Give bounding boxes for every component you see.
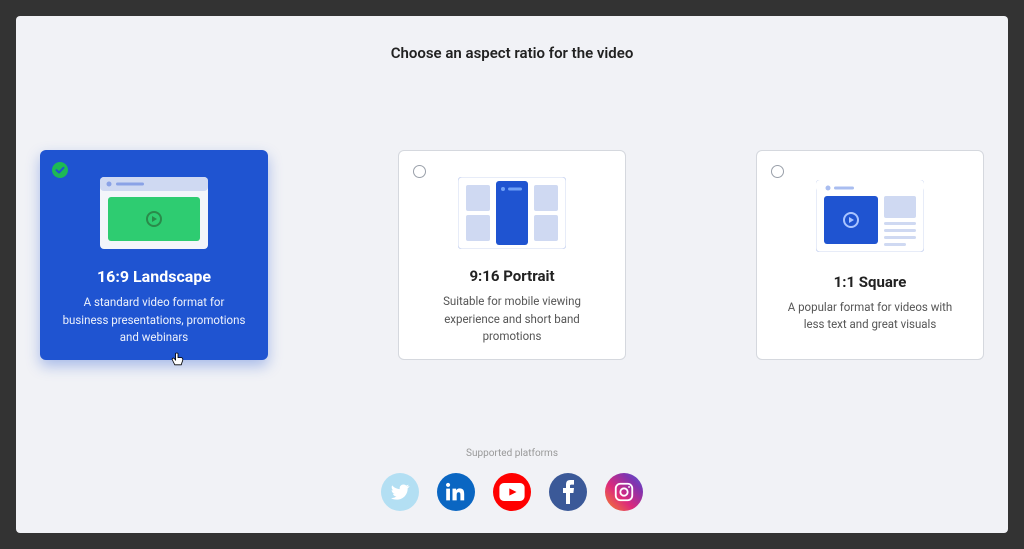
linkedin-icon [437, 473, 475, 511]
portrait-illustration [458, 175, 566, 251]
landscape-illustration [100, 174, 208, 251]
instagram-icon [605, 473, 643, 511]
aspect-ratio-panel: Choose an aspect ratio for the video [16, 16, 1008, 533]
option-title: 1:1 Square [834, 273, 907, 291]
page-title: Choose an aspect ratio for the video [16, 44, 1008, 62]
option-title: 16:9 Landscape [97, 267, 211, 286]
square-illustration [816, 175, 924, 257]
option-description: A popular format for videos with less te… [773, 299, 967, 334]
aspect-ratio-options: 16:9 Landscape A standard video format f… [16, 150, 1008, 360]
facebook-icon [549, 473, 587, 511]
radio-icon [413, 165, 426, 178]
checkmark-icon [52, 162, 68, 178]
twitter-icon [381, 473, 419, 511]
hand-cursor-icon [170, 352, 186, 368]
youtube-icon [493, 473, 531, 511]
option-landscape[interactable]: 16:9 Landscape A standard video format f… [40, 150, 268, 360]
platform-icons [381, 473, 643, 511]
option-title: 9:16 Portrait [469, 267, 554, 285]
radio-icon [771, 165, 784, 178]
option-description: Suitable for mobile viewing experience a… [415, 293, 609, 345]
supported-platforms: Supported platforms [16, 448, 1008, 511]
option-portrait[interactable]: 9:16 Portrait Suitable for mobile viewin… [398, 150, 626, 360]
option-square[interactable]: 1:1 Square A popular format for videos w… [756, 150, 984, 360]
option-description: A standard video format for business pre… [56, 294, 252, 346]
supported-label: Supported platforms [466, 448, 558, 459]
